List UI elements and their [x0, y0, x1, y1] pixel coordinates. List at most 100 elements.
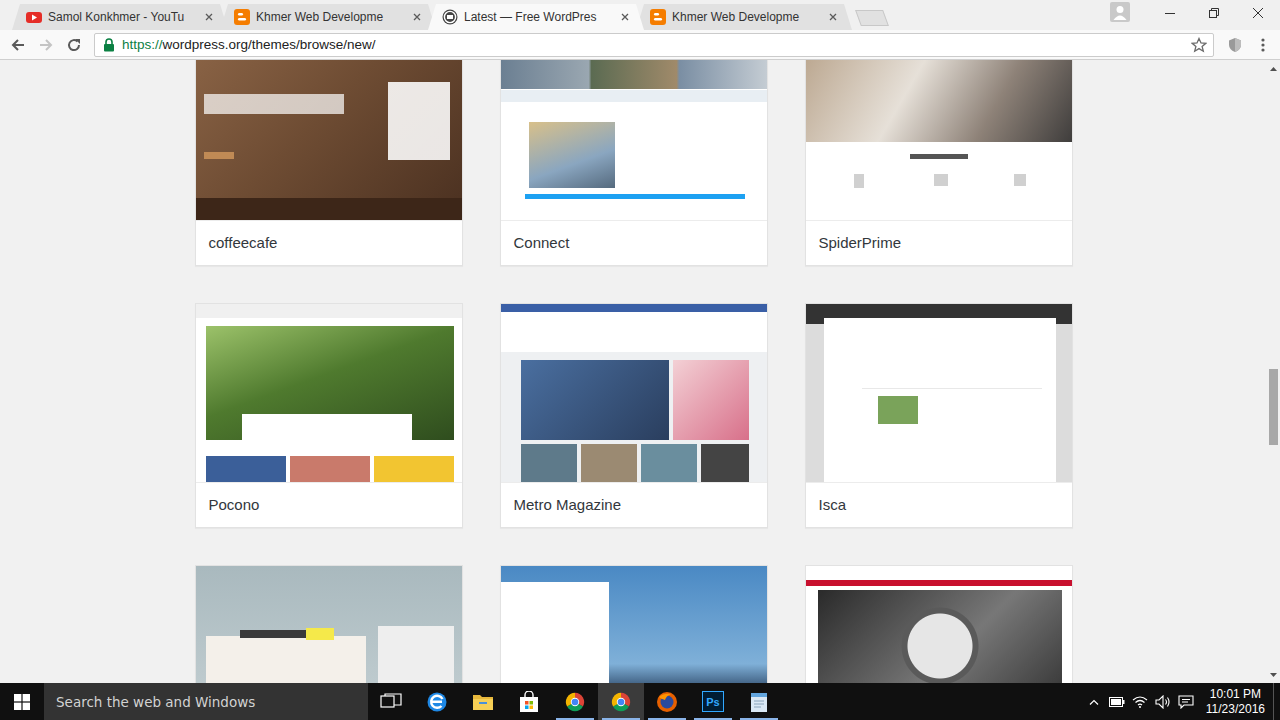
- chevron-up-icon: [1089, 699, 1099, 705]
- close-icon[interactable]: [412, 12, 422, 22]
- system-tray: 10:01 PM11/23/2016: [1083, 683, 1280, 720]
- scroll-up-button[interactable]: [1267, 60, 1280, 77]
- theme-screenshot[interactable]: [806, 566, 1072, 683]
- theme-card[interactable]: Isca: [805, 303, 1073, 528]
- theme-screenshot[interactable]: [501, 566, 767, 683]
- theme-screenshot[interactable]: [196, 304, 462, 482]
- start-button[interactable]: [0, 683, 44, 720]
- tab-label: Khmer Web Developme: [256, 10, 406, 24]
- running-indicator: [556, 718, 594, 720]
- chrome-icon: [610, 691, 632, 713]
- clock-date: 11/23/2016: [1206, 702, 1265, 717]
- bookmark-star-icon[interactable]: [1191, 37, 1207, 53]
- theme-grid: coffeecafe Connect SpiderPrime PoconoMetro …: [195, 60, 1073, 683]
- taskbar-app[interactable]: [414, 683, 460, 720]
- blogger-icon: [234, 9, 250, 25]
- action-center-button[interactable]: [1175, 683, 1198, 720]
- battery-button[interactable]: [1106, 683, 1129, 720]
- taskbar-app[interactable]: [736, 683, 782, 720]
- restore-icon: [1209, 8, 1219, 18]
- browser-tab[interactable]: Khmer Web Developme: [220, 4, 436, 30]
- theme-name: Connect: [501, 220, 767, 265]
- theme-name: SpiderPrime: [806, 220, 1072, 265]
- tab-label: Khmer Web Developme: [672, 10, 822, 24]
- theme-screenshot[interactable]: [806, 60, 1072, 220]
- person-icon: [1110, 2, 1130, 22]
- theme-card[interactable]: Connect: [500, 60, 768, 266]
- wifi-button[interactable]: [1129, 683, 1152, 720]
- browser-tab[interactable]: Samol Konkhmer - YouTu: [12, 4, 228, 30]
- taskbar-app[interactable]: [598, 683, 644, 720]
- restore-button[interactable]: [1192, 0, 1236, 26]
- menu-dots-icon: [1255, 37, 1271, 53]
- taskbar-app[interactable]: [552, 683, 598, 720]
- theme-screenshot[interactable]: [196, 566, 462, 683]
- theme-card[interactable]: [195, 565, 463, 683]
- taskbar-app[interactable]: [368, 683, 414, 720]
- volume-button[interactable]: [1152, 683, 1175, 720]
- page-viewport: coffeecafe Connect SpiderPrime PoconoMetro …: [0, 60, 1280, 683]
- scroll-down-button[interactable]: [1267, 666, 1280, 683]
- taskbar-app[interactable]: Ps: [690, 683, 736, 720]
- notepad-icon: [749, 691, 769, 713]
- notification-icon: [1178, 695, 1194, 709]
- show-desktop-button[interactable]: [1273, 683, 1280, 720]
- theme-card[interactable]: Metro Magazine: [500, 303, 768, 528]
- scroll-thumb[interactable]: [1269, 369, 1278, 445]
- themes-page: coffeecafe Connect SpiderPrime PoconoMetro …: [0, 60, 1267, 683]
- store-bag-icon: [518, 691, 540, 713]
- taskbar-search[interactable]: Search the web and Windows: [44, 683, 368, 720]
- edge-browser-icon: [426, 691, 448, 713]
- taskbar: Search the web and Windows Ps 10:01 PM11/2…: [0, 683, 1280, 720]
- tab-label: Latest — Free WordPres: [464, 10, 614, 24]
- theme-card[interactable]: Pocono: [195, 303, 463, 528]
- back-button[interactable]: [4, 32, 31, 58]
- close-icon[interactable]: [828, 12, 838, 22]
- profile-button[interactable]: [1100, 0, 1140, 24]
- tab-strip: Samol Konkhmer - YouTu Khmer Web Developm…: [0, 0, 1280, 30]
- close-window-button[interactable]: [1236, 0, 1280, 26]
- address-bar[interactable]: https://wordpress.org/themes/browse/new/: [94, 33, 1214, 57]
- forward-button: [32, 32, 59, 58]
- windows-logo-icon: [14, 694, 30, 710]
- reload-icon: [66, 37, 82, 53]
- extension-button[interactable]: [1221, 32, 1248, 58]
- tab-label: Samol Konkhmer - YouTu: [48, 10, 198, 24]
- theme-screenshot[interactable]: [501, 304, 767, 482]
- speaker-icon: [1155, 695, 1171, 709]
- clock[interactable]: 10:01 PM11/23/2016: [1198, 683, 1273, 720]
- theme-screenshot[interactable]: [806, 304, 1072, 482]
- blogger-icon: [650, 9, 666, 25]
- taskbar-app[interactable]: [460, 683, 506, 720]
- theme-name: coffeecafe: [196, 220, 462, 265]
- theme-card[interactable]: coffeecafe: [195, 60, 463, 266]
- wifi-icon: [1132, 696, 1148, 708]
- theme-card[interactable]: [805, 565, 1073, 683]
- url-text: https://wordpress.org/themes/browse/new/: [122, 37, 1184, 52]
- running-indicator: [694, 718, 732, 720]
- screen: Samol Konkhmer - YouTu Khmer Web Developm…: [0, 0, 1280, 720]
- window-controls: [1100, 0, 1280, 30]
- reload-button[interactable]: [60, 32, 87, 58]
- down-arrow-icon: [1270, 673, 1277, 677]
- browser-tab[interactable]: Latest — Free WordPres: [428, 4, 644, 30]
- close-icon[interactable]: [620, 12, 630, 22]
- theme-card[interactable]: [500, 565, 768, 683]
- menu-button[interactable]: [1249, 32, 1276, 58]
- theme-screenshot[interactable]: [196, 60, 462, 220]
- forward-arrow-icon: [38, 37, 54, 53]
- taskbar-app[interactable]: [644, 683, 690, 720]
- browser-tab[interactable]: Khmer Web Developme: [636, 4, 852, 30]
- clock-time: 10:01 PM: [1210, 687, 1261, 702]
- taskbar-app[interactable]: [506, 683, 552, 720]
- show-hidden-icons-button[interactable]: [1083, 683, 1106, 720]
- theme-card[interactable]: SpiderPrime: [805, 60, 1073, 266]
- theme-screenshot[interactable]: [501, 60, 767, 220]
- new-tab-button[interactable]: [855, 10, 889, 26]
- scrollbar[interactable]: [1267, 60, 1280, 683]
- minimize-button[interactable]: [1148, 0, 1192, 26]
- theme-name: Isca: [806, 482, 1072, 527]
- folder-icon: [472, 692, 494, 712]
- close-icon[interactable]: [204, 12, 214, 22]
- tab-list: Samol Konkhmer - YouTu Khmer Web Developm…: [0, 0, 886, 30]
